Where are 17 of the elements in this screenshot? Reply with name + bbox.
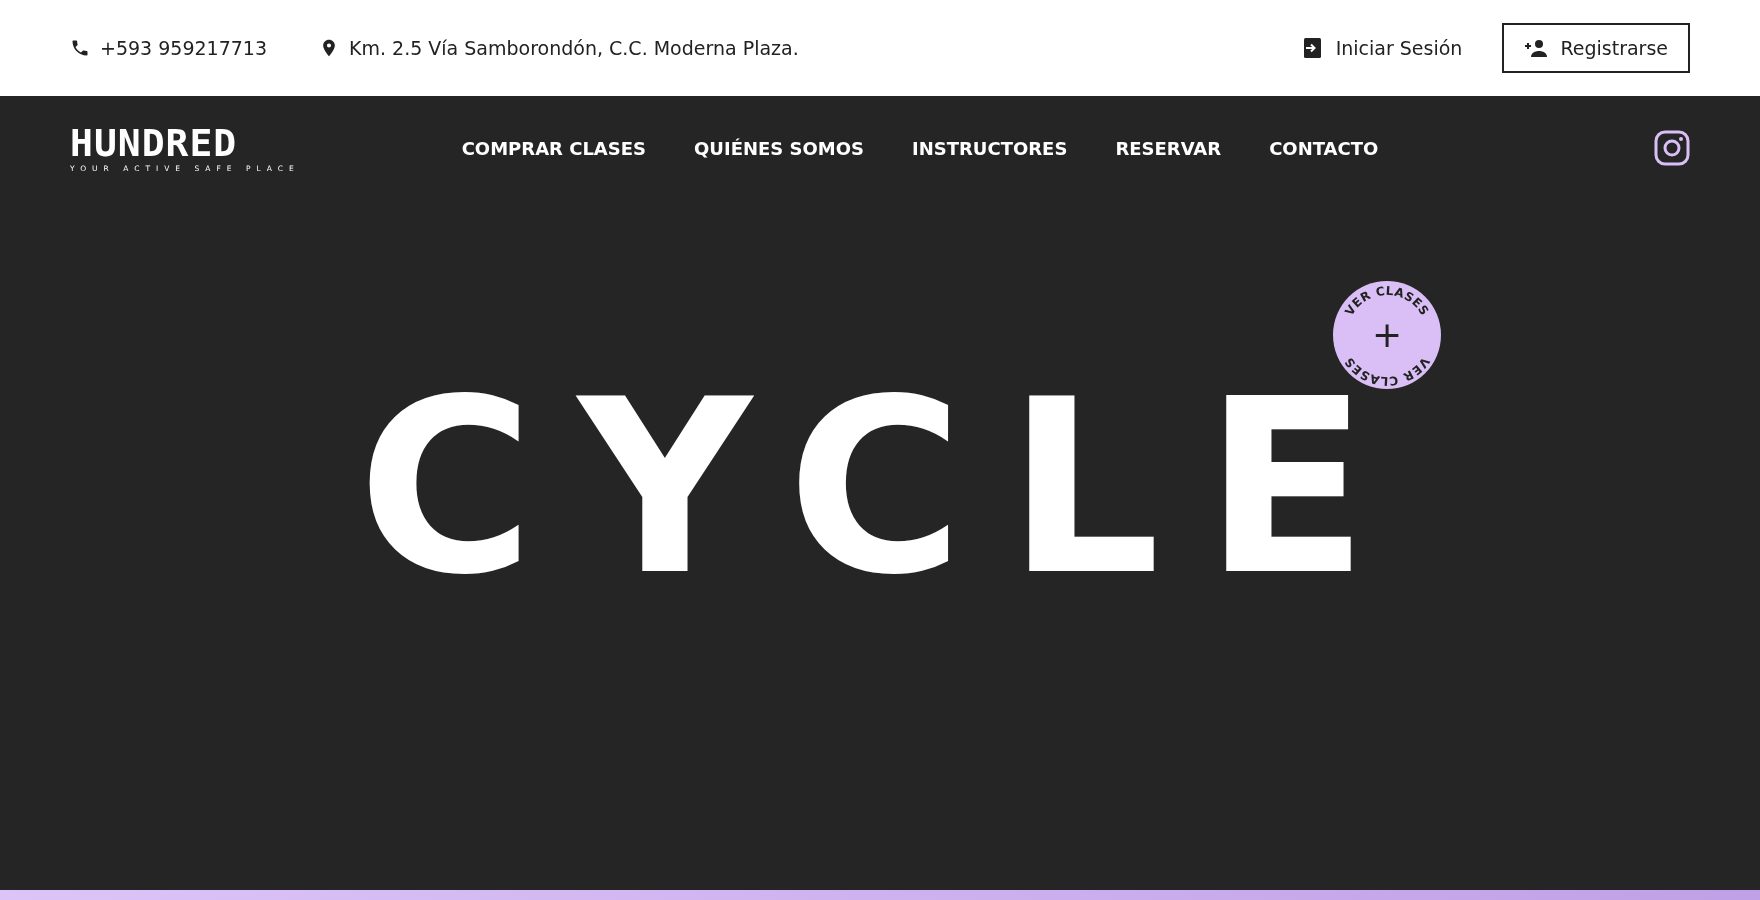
nav-link[interactable]: RESERVAR (1115, 137, 1222, 159)
login-link[interactable]: Iniciar Sesión (1301, 37, 1463, 59)
login-icon (1301, 37, 1322, 59)
nav-link[interactable]: COMPRAR CLASES (461, 137, 647, 159)
nav-link[interactable]: INSTRUCTORES (912, 137, 1068, 159)
add-user-icon (1524, 39, 1549, 57)
instagram-icon[interactable] (1654, 130, 1690, 166)
address-text: Km. 2.5 Vía Samborondón, C.C. Moderna Plaza. (349, 37, 799, 59)
phone-icon (70, 38, 90, 58)
phone-number: +593 959217713 (100, 37, 268, 59)
nav-link[interactable]: QUIÉNES SOMOS (694, 137, 864, 159)
nav-link[interactable]: CONTACTO (1269, 137, 1379, 159)
plus-sign: + (1372, 314, 1403, 355)
hero-title: CYCLE (356, 388, 1413, 590)
view-classes-badge[interactable] (1333, 281, 1442, 389)
logo-text[interactable]: HUNDRED (70, 123, 238, 162)
register-button[interactable]: Registrarse (1502, 23, 1690, 73)
